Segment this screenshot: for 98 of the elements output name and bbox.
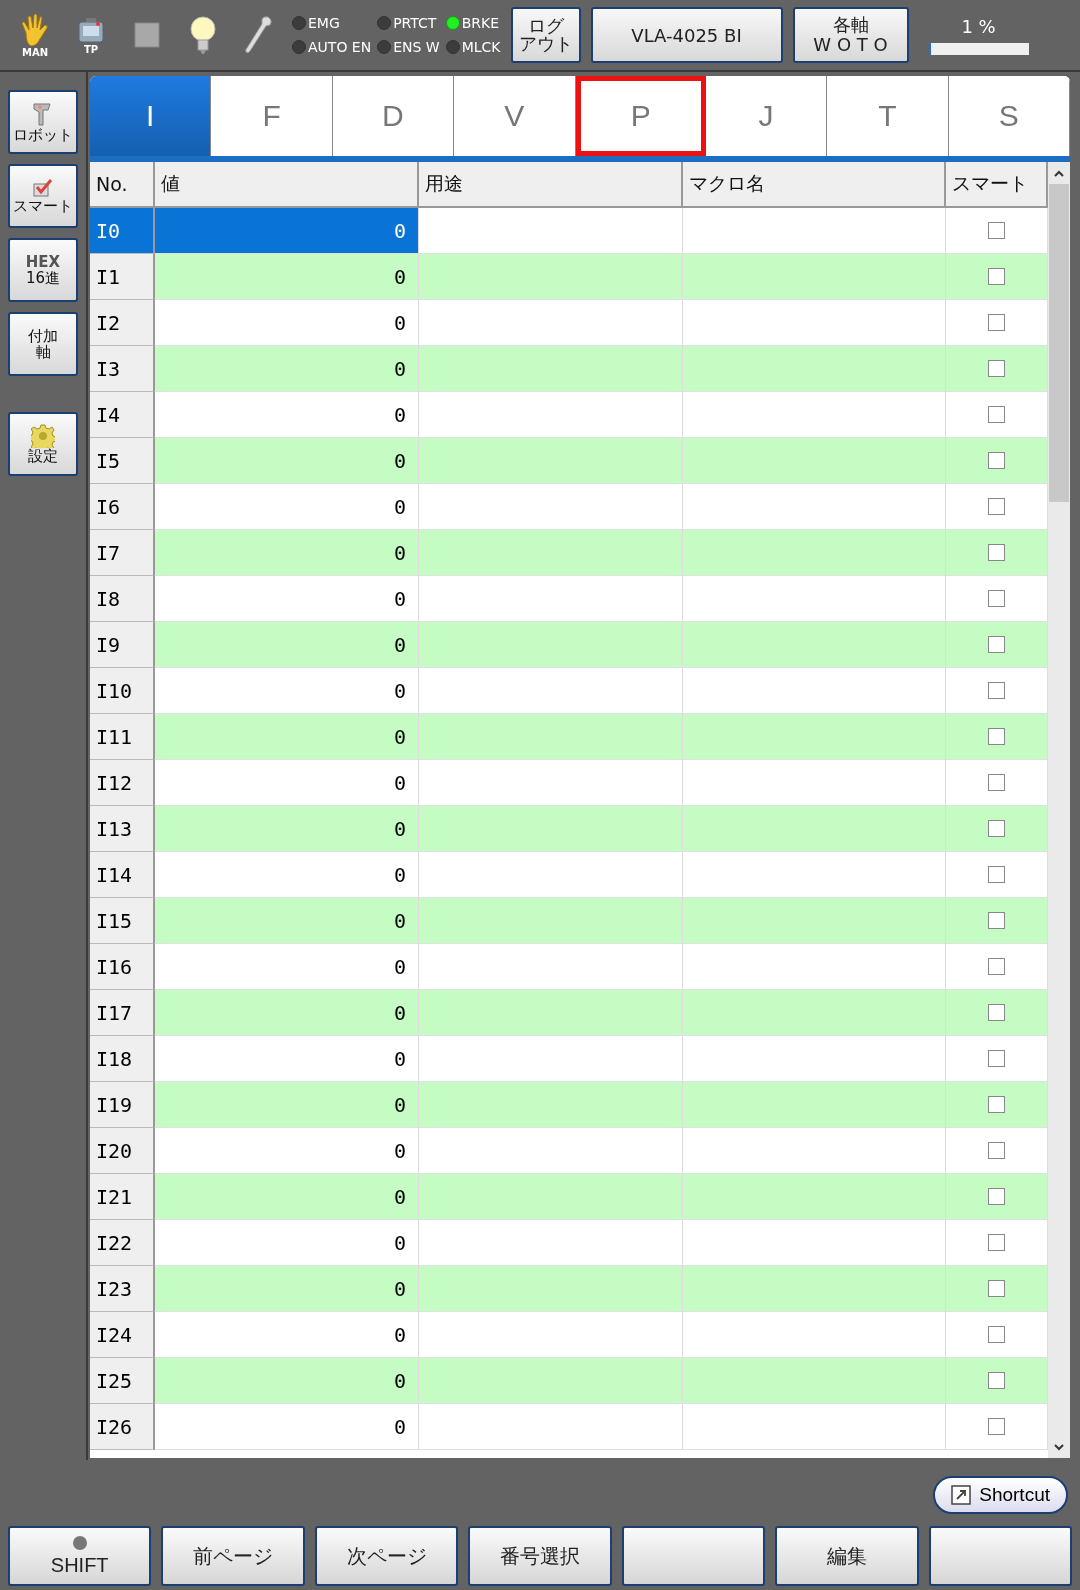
icon-label: MAN: [21, 46, 49, 58]
sidebar-button[interactable]: 設定: [8, 412, 78, 476]
logout-button[interactable]: ログ アウト: [510, 7, 581, 63]
robot-button[interactable]: VLA-4025 BI: [590, 7, 783, 63]
row-number[interactable]: I8: [90, 576, 155, 622]
shortcut-icon: [951, 1485, 972, 1505]
column-header[interactable]: No.: [90, 162, 155, 206]
row-number[interactable]: I21: [90, 1174, 155, 1220]
checkbox[interactable]: [988, 1372, 1005, 1389]
row-number[interactable]: I24: [90, 1312, 155, 1358]
lamp-label: MLCK: [461, 39, 501, 55]
lamp-label: BRKE: [461, 15, 500, 31]
checkbox[interactable]: [988, 820, 1005, 837]
checkbox-icon: [32, 177, 54, 198]
checkbox[interactable]: [988, 636, 1005, 653]
column-header[interactable]: 用途: [419, 162, 683, 206]
function-button[interactable]: 次ページ: [314, 1526, 459, 1586]
checkbox[interactable]: [988, 222, 1005, 239]
function-button[interactable]: 前ページ: [161, 1526, 305, 1586]
checkbox[interactable]: [988, 1234, 1005, 1251]
axis-button[interactable]: 各軸 W O T O: [792, 7, 909, 63]
row-number[interactable]: I20: [90, 1128, 155, 1174]
checkbox[interactable]: [988, 774, 1005, 791]
checkbox[interactable]: [988, 682, 1005, 699]
scrollbar[interactable]: [1048, 162, 1070, 1458]
row-number[interactable]: I16: [90, 944, 155, 990]
shift-button[interactable]: SHIFT: [8, 1526, 152, 1586]
checkbox[interactable]: [988, 1004, 1005, 1021]
row-number[interactable]: I22: [90, 1220, 155, 1266]
row-number[interactable]: I9: [90, 622, 155, 668]
column-header[interactable]: マクロ名: [683, 162, 946, 206]
checkbox[interactable]: [988, 1280, 1005, 1297]
checkbox[interactable]: [988, 866, 1005, 883]
row-number[interactable]: I12: [90, 760, 155, 806]
scroll-thumb[interactable]: [1049, 184, 1069, 502]
row-number[interactable]: I0: [90, 208, 155, 254]
stop-icon[interactable]: [134, 22, 160, 48]
row-number[interactable]: I18: [90, 1036, 155, 1082]
checkbox[interactable]: [988, 452, 1005, 469]
function-button[interactable]: 番号選択: [468, 1526, 612, 1586]
sidebar-button[interactable]: HEX 16進: [8, 238, 78, 302]
sidebar-button[interactable]: 付加 軸: [8, 312, 78, 376]
icon-label: TP: [83, 43, 99, 55]
column-header[interactable]: 値: [155, 162, 419, 206]
row-number[interactable]: I14: [90, 852, 155, 898]
row-number[interactable]: I6: [90, 484, 155, 530]
function-button[interactable]: 編集: [775, 1526, 919, 1586]
checkbox[interactable]: [988, 590, 1005, 607]
row-number[interactable]: I5: [90, 438, 155, 484]
row-number[interactable]: I7: [90, 530, 155, 576]
checkbox[interactable]: [988, 498, 1005, 515]
row-number[interactable]: I26: [90, 1404, 155, 1450]
table-cell: 0: [155, 208, 419, 254]
row-number[interactable]: I11: [90, 714, 155, 760]
row-number[interactable]: I23: [90, 1266, 155, 1312]
sidebar-button[interactable]: ロボット: [8, 90, 78, 154]
checkbox[interactable]: [988, 406, 1005, 423]
blank-button[interactable]: [928, 1526, 1072, 1586]
checkbox[interactable]: [988, 544, 1005, 561]
lamp-label: AUTO EN: [308, 39, 372, 55]
tab[interactable]: P: [575, 76, 706, 156]
row-number[interactable]: I15: [90, 898, 155, 944]
checkbox[interactable]: [988, 314, 1005, 331]
scroll-up-icon[interactable]: [1054, 169, 1064, 177]
gear-icon: [31, 423, 55, 448]
checkbox[interactable]: [988, 1142, 1005, 1159]
checkbox[interactable]: [988, 268, 1005, 285]
row-number[interactable]: I17: [90, 990, 155, 1036]
lamp-label: ENS W: [393, 39, 440, 55]
shortcut-button[interactable]: Shortcut: [933, 1476, 1068, 1514]
scroll-down-icon[interactable]: [1054, 1443, 1064, 1451]
bulb-icon[interactable]: [189, 15, 217, 55]
table-cell: 0: [155, 1404, 419, 1450]
checkbox[interactable]: [988, 1050, 1005, 1067]
checkbox[interactable]: [988, 1096, 1005, 1113]
sidebar-button[interactable]: スマート: [8, 164, 78, 228]
blank-button[interactable]: [621, 1526, 766, 1586]
row-number[interactable]: I1: [90, 254, 155, 300]
lamp-label: PRTCT: [393, 15, 437, 31]
lamp-label: EMG: [308, 15, 340, 31]
checkbox[interactable]: [988, 728, 1005, 745]
row-number[interactable]: I13: [90, 806, 155, 852]
row-number[interactable]: I2: [90, 300, 155, 346]
checkbox[interactable]: [988, 1326, 1005, 1343]
progress-reading: 1 %: [961, 15, 996, 37]
robot-arm-icon: [32, 100, 54, 127]
tab[interactable]: I: [90, 76, 212, 156]
checkbox[interactable]: [988, 1418, 1005, 1435]
checkbox[interactable]: [988, 912, 1005, 929]
row-number[interactable]: I25: [90, 1358, 155, 1404]
checkbox[interactable]: [988, 360, 1005, 377]
row-number[interactable]: I3: [90, 346, 155, 392]
row-number[interactable]: I4: [90, 392, 155, 438]
checkbox[interactable]: [988, 1188, 1005, 1205]
checkbox[interactable]: [988, 958, 1005, 975]
row-number[interactable]: I10: [90, 668, 155, 714]
row-number[interactable]: I19: [90, 1082, 155, 1128]
wrench-icon[interactable]: [244, 15, 274, 55]
